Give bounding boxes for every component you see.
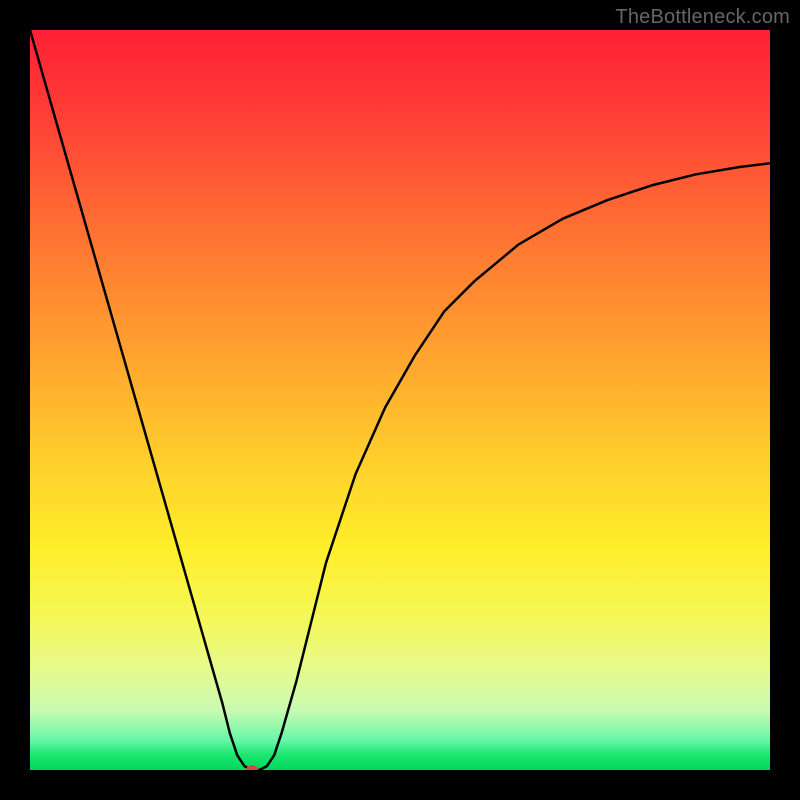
curve-svg [30, 30, 770, 770]
plot-area [30, 30, 770, 770]
bottleneck-curve [30, 30, 770, 770]
minimum-marker [246, 765, 258, 770]
watermark-text: TheBottleneck.com [615, 6, 790, 29]
chart-frame: TheBottleneck.com [0, 0, 800, 800]
